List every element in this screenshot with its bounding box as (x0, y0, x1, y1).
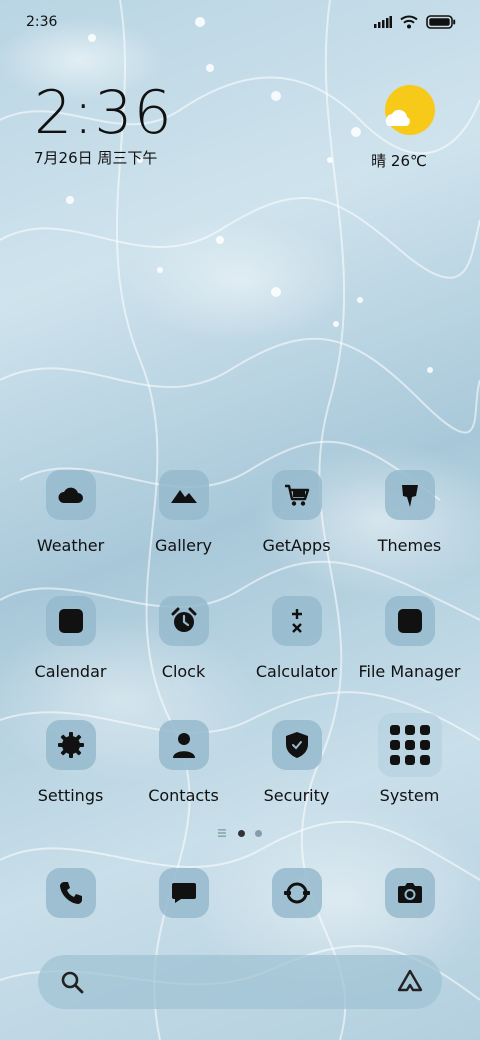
cloud-icon (58, 487, 83, 503)
weather-condition-temp: 晴 26℃ (371, 152, 427, 170)
app-label: Settings (37, 786, 104, 805)
signal-icon (374, 16, 392, 28)
app-label: Calculator (255, 662, 338, 681)
app-themes[interactable]: Themes (353, 470, 466, 555)
app-folder-system[interactable]: System (353, 713, 466, 805)
app-settings[interactable]: Settings (14, 720, 127, 805)
status-time: 2:36 (26, 14, 58, 30)
shield-icon (285, 732, 308, 758)
app-calculator[interactable]: Calculator (240, 596, 353, 681)
app-contacts[interactable]: Contacts (127, 720, 240, 805)
app-label: Gallery (155, 536, 212, 555)
app-label: System (379, 786, 440, 805)
person-icon (172, 733, 195, 758)
calculator-icon (291, 609, 302, 633)
app-getapps[interactable]: GetApps (240, 470, 353, 555)
alarm-clock-icon (171, 607, 196, 632)
message-icon (171, 883, 196, 903)
mountain-icon (170, 490, 197, 503)
weather-widget[interactable]: 晴 26℃ (354, 84, 444, 171)
app-weather[interactable]: Weather (14, 470, 127, 555)
assistant-icon[interactable] (396, 968, 424, 994)
phone-icon (59, 882, 82, 904)
cart-icon (284, 484, 309, 506)
app-file-manager[interactable]: File Manager (353, 596, 466, 681)
app-calendar[interactable]: Calendar (14, 596, 127, 681)
search-bar[interactable] (38, 955, 442, 1009)
app-label: Security (263, 786, 330, 805)
calendar-icon (58, 609, 83, 633)
app-label: Calendar (34, 662, 107, 681)
app-label: Themes (377, 536, 442, 555)
page-indicator[interactable] (0, 829, 480, 837)
list-page-icon (218, 829, 226, 837)
app-security[interactable]: Security (240, 720, 353, 805)
dock-phone[interactable] (14, 868, 127, 918)
folder-icon (397, 609, 422, 633)
page-dot-active (238, 829, 245, 837)
camera-icon (397, 883, 422, 903)
page-dot (255, 829, 262, 837)
dock-messages[interactable] (127, 868, 240, 918)
app-label: Weather (36, 536, 105, 555)
app-gallery[interactable]: Gallery (127, 470, 240, 555)
dock-camera[interactable] (353, 868, 466, 918)
gear-icon (57, 732, 84, 758)
app-label: GetApps (262, 536, 331, 555)
brush-icon (401, 485, 418, 507)
app-label: File Manager (358, 662, 461, 681)
app-label: Clock (161, 662, 206, 681)
clock-widget-date: 7月26日 周三下午 (34, 149, 158, 167)
app-label: Contacts (148, 786, 219, 805)
clock-widget-time[interactable]: 2:36 (34, 78, 173, 148)
app-grid: Weather Gallery GetApps Themes Calendar … (14, 470, 466, 810)
browser-icon (283, 882, 310, 904)
dock-browser[interactable] (240, 868, 353, 918)
app-clock[interactable]: Clock (127, 596, 240, 681)
folder-grid-icon (389, 725, 430, 765)
sun-cloud-icon (385, 85, 435, 135)
search-icon[interactable] (60, 970, 84, 994)
wifi-icon (400, 15, 418, 29)
status-bar: 2:36 (26, 10, 456, 34)
battery-icon (426, 15, 456, 29)
